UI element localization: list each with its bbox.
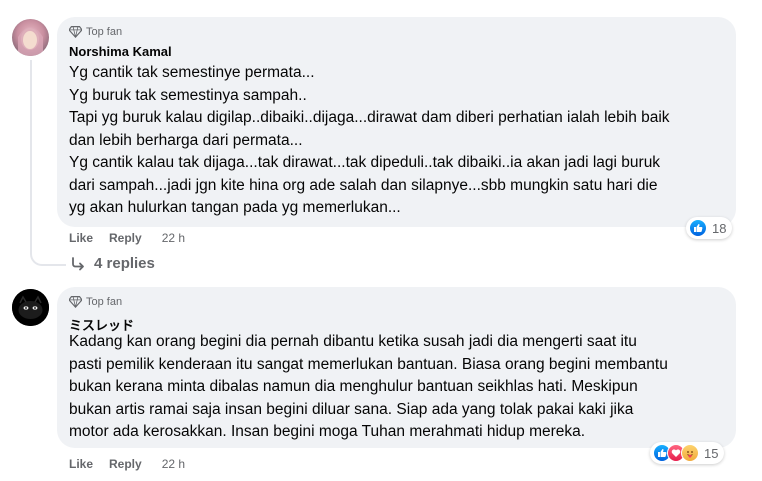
top-fan-badge: Top fan [69, 25, 122, 38]
comment-line: Tapi yg buruk kalau digilap..dibaiki..di… [69, 109, 670, 126]
reaction-count: 18 [712, 220, 727, 236]
comment-line: dan lebih berharga dari permata... [69, 131, 303, 149]
replies-label: 4 replies [94, 255, 155, 272]
avatar[interactable] [12, 289, 49, 326]
like-button[interactable]: Like [69, 457, 93, 471]
comment-line: pasti pemilik kenderaan itu sangat memer… [69, 355, 668, 373]
reaction-summary[interactable]: 18 [686, 217, 733, 239]
reply-button[interactable]: Reply [109, 457, 142, 471]
comment-text: Kadang kan orang begini dia pernah diban… [69, 331, 718, 444]
comment-line: motor ada kerosakkan. Insan begini moga … [69, 423, 586, 440]
avatar-photo [18, 27, 43, 56]
comment-timestamp[interactable]: 22 h [162, 457, 185, 471]
comment-line: bukan kerana minta dibalas namun dia men… [69, 378, 638, 395]
avatar[interactable] [12, 19, 49, 56]
like-icon [689, 219, 707, 237]
like-button[interactable]: Like [69, 231, 93, 245]
comment-line: Kadang kan orang begini dia pernah diban… [69, 333, 637, 350]
comment-line: Yg cantik kalau tak dijaga...tak dirawat… [69, 154, 661, 171]
reaction-count: 15 [704, 445, 719, 461]
comment-line: dari sampah...jadi jgn kite hina org ade… [69, 176, 658, 194]
reply-arrow-icon [72, 256, 84, 270]
care-icon [681, 444, 699, 462]
comment-timestamp[interactable]: 22 h [162, 231, 185, 245]
comment-bubble: Top fan ミスレッド Kadang kan orang begini di… [57, 287, 736, 448]
comment-bubble: Top fan Norshima Kamal Yg cantik tak sem… [57, 17, 736, 227]
comment-actions: Like Reply 22 h [69, 457, 201, 471]
comment-text: Yg cantik tak semestinye permata... Yg b… [69, 62, 718, 220]
comment-author[interactable]: Norshima Kamal [69, 44, 172, 59]
comment-line: bukan artis ramai saja insan begini dilu… [69, 400, 634, 418]
diamond-icon [69, 26, 82, 38]
comment-line: Yg cantik tak semestinye permata... [69, 64, 315, 81]
top-fan-badge: Top fan [69, 295, 122, 308]
diamond-icon [69, 296, 82, 308]
cat-avatar-icon [12, 289, 49, 326]
reaction-summary[interactable]: 15 [650, 442, 725, 464]
comment-line: yg akan hulurkan tangan pada yg memerluk… [69, 199, 401, 216]
comment-actions: Like Reply 22 h [69, 231, 201, 245]
comment-line: Yg buruk tak semestinya sampah.. [69, 86, 307, 104]
reply-button[interactable]: Reply [109, 231, 142, 245]
view-replies-button[interactable]: 4 replies [70, 255, 155, 272]
top-fan-label: Top fan [86, 25, 123, 38]
top-fan-label: Top fan [86, 295, 123, 308]
